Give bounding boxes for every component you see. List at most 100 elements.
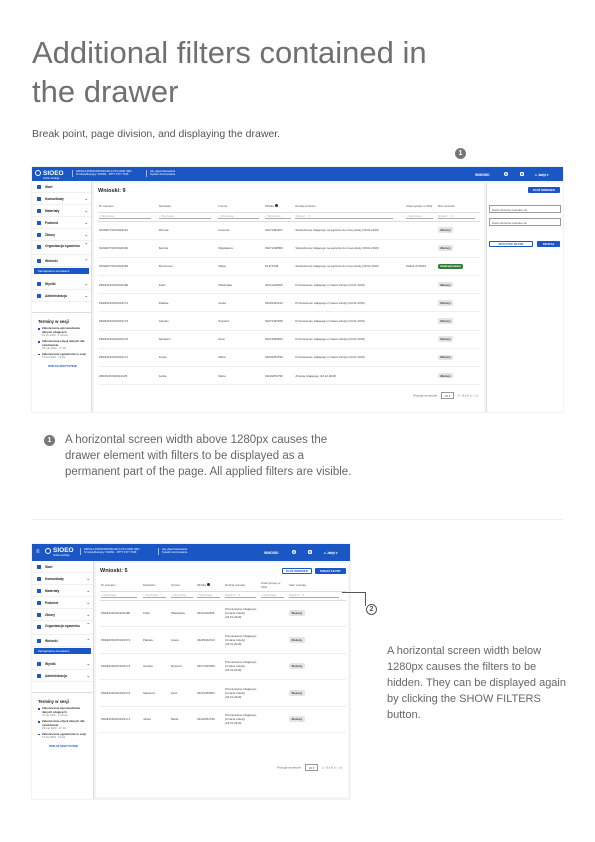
col-header-rodzaj[interactable]: Rodzaj wniosku — [294, 200, 406, 213]
search-button[interactable]: SZUKAJ — [537, 241, 560, 247]
new-request-button[interactable]: ZŁÓŻ WNIOSEK — [282, 568, 312, 574]
sidebar-item-wnioski[interactable]: Wnioski ⌃ — [32, 255, 91, 267]
new-request-button[interactable]: ZŁÓŻ WNIOSEK — [528, 187, 560, 193]
col-header-stan[interactable]: Stan wniosku — [436, 200, 480, 213]
sidebar-subitem-zarzadzanie[interactable]: Zarządzanie wnioskami — [34, 268, 89, 275]
table-row[interactable]: PRZEN/3/0/2019/2172 Sankiemi Zeus 032134566… — [98, 330, 480, 349]
user-menu[interactable]: ● Jadyt ▾ — [324, 551, 338, 555]
filter-stan-select[interactable]: Wybierz... ▾ — [289, 593, 340, 598]
nav-link-wnioski[interactable]: WNIOSKI — [264, 551, 278, 555]
last-page-icon[interactable]: ›| — [476, 394, 478, 398]
filter-rodzaj-select[interactable]: Wybierz... ▾ — [295, 214, 394, 219]
col-header-znak[interactable]: Znak sprawy w OKE — [405, 200, 437, 213]
col-header-nr[interactable]: Nr wniosku — [100, 579, 142, 592]
filter-imiona[interactable]: ⌕ Wyszukaj... — [171, 593, 193, 598]
marker-1: 1 — [455, 148, 466, 159]
show-all-link[interactable]: POKAŻ WSZYSTKIE — [38, 364, 87, 368]
chevron-down-icon: ⌄ — [86, 600, 90, 605]
status-badge: Złożony — [437, 300, 454, 306]
table-row[interactable]: ZMIAN/3/0/2019/2125 Jantia Maria 0322225479… — [98, 366, 480, 386]
filter-stan-select[interactable]: Wybierz... ▾ — [437, 214, 475, 219]
clear-filters-button[interactable]: WYCZYŚĆ FILTRY — [489, 241, 533, 247]
col-header-stan[interactable]: Stan wniosku — [288, 579, 346, 592]
sidebar-item-wnioski[interactable]: Wnioski ⌃ — [32, 635, 93, 647]
sidebar-item-podmiot[interactable]: Podmiot ⌄ — [32, 597, 93, 609]
table-row[interactable]: PRZEN/3/0/2019/2173 Gamiko Ryszard 03271345… — [98, 311, 480, 331]
sidebar-item-administracja[interactable]: Administracja ⌄ — [32, 670, 93, 683]
filter-znak[interactable]: ⌕ Wyszukaj... — [406, 214, 433, 219]
menu-icon[interactable]: ≡ — [36, 549, 40, 555]
filter-nr[interactable]: ⌕ Wyszukaj... — [101, 593, 137, 598]
page-size-select[interactable]: 20 ▾ — [304, 764, 319, 771]
first-page-icon[interactable]: |‹ — [334, 766, 336, 770]
filter-pesel[interactable]: ⌕ Wyszukaj... — [265, 214, 291, 219]
status-badge: Złożony — [437, 318, 454, 324]
sidebar-item-organizacja[interactable]: Organizacja egzaminu ⌄ — [32, 621, 93, 635]
sidebar-item-administracja[interactable]: Administracja ⌄ — [32, 290, 91, 303]
table-row[interactable]: SK4DR/7/0/2019/2189 Rozmumer Marta PL374158… — [98, 257, 480, 277]
sidebar-item-komunikaty[interactable]: Komunikaty ⌄ — [32, 193, 91, 205]
sidebar-item-wyniki[interactable]: Wyniki ⌄ — [32, 658, 93, 671]
cell-imie: Marta — [217, 257, 265, 277]
sidebar-item-podmiot[interactable]: Podmiot ⌄ — [32, 217, 91, 229]
col-header-nazwisko[interactable]: Nazwisko — [157, 200, 218, 213]
col-header-pesel[interactable]: PESEL — [196, 579, 224, 592]
app-logo[interactable]: SIOEO Gdzie studiuje — [53, 547, 74, 557]
sidebar-item-organizacja[interactable]: Organizacja egzaminu ⌄ — [32, 241, 91, 255]
sidebar-item-start[interactable]: Start — [32, 181, 91, 193]
table-row[interactable]: PRZEN/3/0/2019/2180 Kratz Władysław 0321144… — [100, 600, 346, 627]
filter-nr[interactable]: ⌕ Wyszukaj... — [99, 214, 151, 219]
building-icon — [37, 601, 41, 605]
cell-nr: PRZEN/3/0/2019/2172 — [98, 330, 158, 349]
col-header-nazwisko[interactable]: Nazwisko — [142, 579, 170, 592]
help-icon[interactable]: ? — [504, 172, 508, 176]
apps-icon[interactable]: # — [308, 550, 312, 554]
col-header-znak[interactable]: Znak sprawy w OKE — [260, 579, 288, 592]
show-filters-button[interactable]: POKAŻ FILTRY — [315, 568, 346, 574]
col-header-imiona[interactable]: Imiona — [170, 579, 196, 592]
date-to-field[interactable]: Data złożenia wniosku do — [489, 218, 561, 226]
table-row[interactable]: PRZEN/3/0/2019/2172 Sankiemi Zeus 032134566… — [100, 679, 346, 707]
cell-nr: PRZEN/3/0/2019/2173 — [100, 653, 142, 680]
filter-znak[interactable]: ⌕ Wyszukaj... — [261, 593, 285, 598]
sidebar-item-materialy[interactable]: Materiały ⌄ — [32, 585, 93, 597]
table-row[interactable]: SK4DR/7/0/2019/2190 Kaczek Magdalena 032712… — [98, 239, 480, 258]
cell-nr: PRZEN/3/0/2019/2180 — [98, 275, 158, 295]
filter-nazwisko[interactable]: ⌕ Wyszukaj... — [143, 593, 167, 598]
filter-rodzaj-select[interactable]: Wybierz... ▾ — [225, 593, 256, 598]
table-row[interactable]: PRZEN/3/0/2019/2174 Pałetka Aneta 032254423… — [100, 626, 346, 654]
cell-stan: Złożony — [436, 221, 480, 240]
sidebar-subitem-zarzadzanie[interactable]: Zarządzanie wnioskami — [34, 648, 91, 655]
sidebar-item-materialy[interactable]: Materiały ⌄ — [32, 205, 91, 217]
cell-nazwisko: Gamiko — [142, 653, 170, 680]
help-icon[interactable]: ? — [292, 550, 296, 554]
table-row[interactable]: PRZEN/3/0/2019/2171 Jantia Maria 0322225479… — [98, 348, 480, 368]
show-all-link[interactable]: POKAŻ WSZYSTKIE — [38, 744, 89, 748]
filter-pesel[interactable]: ⌕ Wyszukaj... — [197, 593, 221, 598]
filter-nazwisko[interactable]: ⌕ Wyszukaj... — [158, 214, 211, 219]
page-size-select[interactable]: 20 ▾ — [440, 392, 455, 399]
table-row[interactable]: SK4DR/7/0/2019/2191 Wronek Ireneusz 0327146… — [98, 221, 480, 240]
filter-imiona[interactable]: ⌕ Wyszukaj... — [218, 214, 259, 219]
table-row[interactable]: PRZEN/3/0/2019/2180 Kratz Władysław 0321144… — [98, 275, 480, 295]
col-header-rodzaj[interactable]: Rodzaj wniosku — [224, 579, 260, 592]
sidebar-item-wyniki[interactable]: Wyniki ⌄ — [32, 278, 91, 291]
sidebar-item-zbiory[interactable]: Zbiory ⌄ — [32, 609, 93, 621]
nav-link-wnioski[interactable]: WNIOSKI — [475, 173, 489, 177]
sidebar-item-zbiory[interactable]: Zbiory ⌄ — [32, 229, 91, 241]
col-header-imiona[interactable]: Imiona — [217, 200, 265, 213]
table-row[interactable]: PRZEN/3/0/2019/2174 Pałetka Aneta 032254423… — [98, 293, 480, 313]
apps-icon[interactable]: # — [520, 172, 524, 176]
table-row[interactable]: PRZEN/3/0/2019/2173 Gamiko Ryszard 03271345… — [100, 653, 346, 680]
col-header-pesel[interactable]: PESEL — [264, 200, 295, 213]
app-logo[interactable]: SIOEO Gdzie studiuje — [43, 170, 64, 180]
col-header-nr[interactable]: Nr wniosku — [98, 200, 158, 213]
table-row[interactable]: PRZEN/3/0/2019/2171 Jantia Maria 0322225479… — [100, 706, 346, 733]
user-menu[interactable]: ● Jadyt ▾ — [535, 173, 549, 177]
last-page-icon[interactable]: ›| — [340, 766, 342, 770]
cell-nr: PRZEN/3/0/2019/2171 — [100, 706, 142, 733]
first-page-icon[interactable]: |‹ — [470, 394, 472, 398]
sidebar-item-start[interactable]: Start — [32, 561, 93, 573]
date-from-field[interactable]: Data złożenia wniosku od — [489, 205, 561, 213]
sidebar-item-komunikaty[interactable]: Komunikaty ⌄ — [32, 573, 93, 585]
